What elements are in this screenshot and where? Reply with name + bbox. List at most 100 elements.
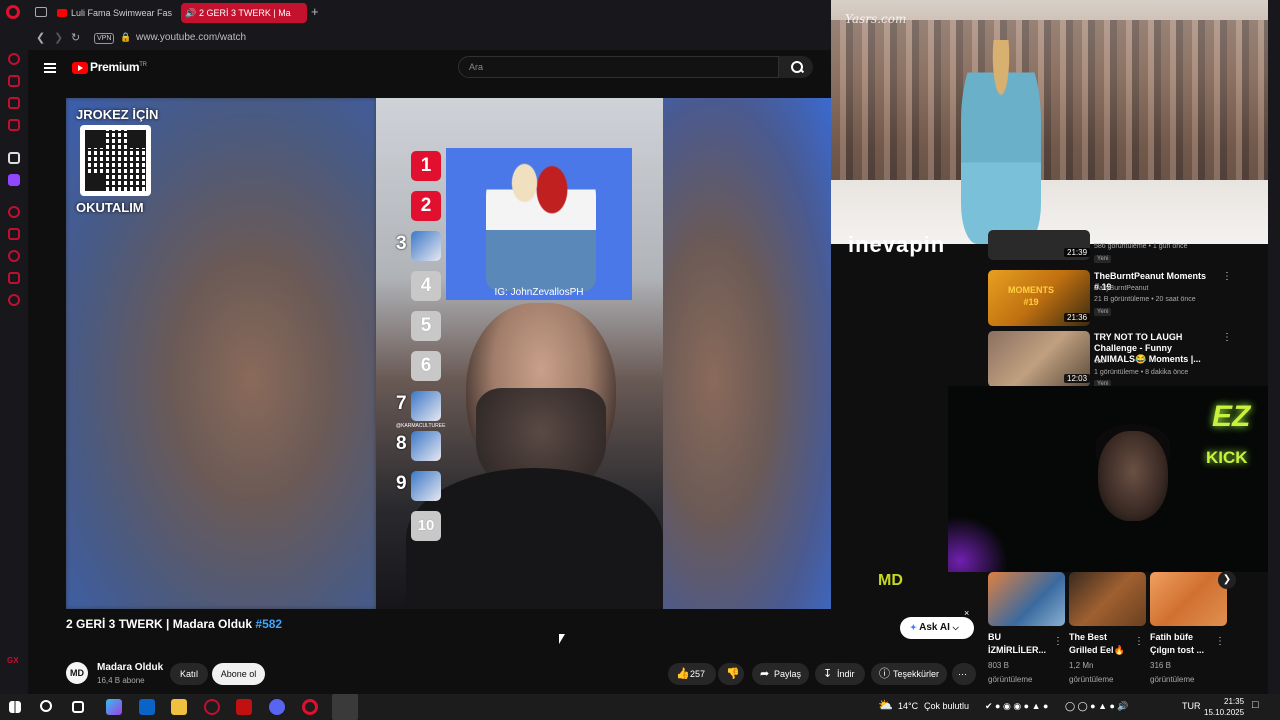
shelf-thumb-2[interactable] bbox=[1150, 572, 1227, 626]
share-button[interactable]: ➦ Paylaş bbox=[752, 663, 809, 685]
twitch-icon[interactable] bbox=[8, 174, 20, 186]
outlook-icon[interactable] bbox=[139, 699, 155, 715]
page-scrollbar[interactable] bbox=[1268, 26, 1280, 694]
ask-ai-button[interactable]: ✦ Ask AI ⌵ bbox=[900, 617, 974, 639]
extensions-icon[interactable] bbox=[8, 272, 20, 284]
shelf-next-button[interactable]: ❯ bbox=[1218, 571, 1236, 589]
file-explorer-icon[interactable] bbox=[171, 699, 187, 715]
tab-islands-icon[interactable] bbox=[35, 7, 47, 17]
title-hashtag[interactable]: #582 bbox=[255, 617, 282, 631]
channel-watermark[interactable]: MD bbox=[878, 572, 903, 590]
channel-name[interactable]: Madara Olduk bbox=[97, 662, 163, 673]
search-input[interactable]: Ara bbox=[458, 56, 779, 78]
rank-6: 6 bbox=[411, 351, 441, 381]
discord-icon[interactable] bbox=[269, 699, 285, 715]
taskbar-clock[interactable]: 21:35 15.10.2025 bbox=[1204, 696, 1244, 718]
shelf-more-icon[interactable]: ⋮ bbox=[1215, 636, 1225, 647]
sparkle-icon: ✦ bbox=[910, 623, 917, 632]
task-view-icon[interactable] bbox=[72, 701, 84, 713]
search-icon[interactable] bbox=[40, 700, 52, 712]
rec-badge-1: Yeni bbox=[1094, 308, 1112, 316]
language-indicator[interactable]: TUR bbox=[1182, 701, 1201, 711]
shelf-more-icon[interactable]: ⋮ bbox=[1053, 636, 1063, 647]
tab-luli-fama[interactable]: Luli Fama Swimwear Fas bbox=[53, 3, 173, 23]
shelf-title-0[interactable]: BU İZMİRLİLER... bbox=[988, 631, 1056, 657]
video-title: 2 GERİ 3 TWERK | Madara Olduk #582 bbox=[66, 617, 283, 631]
rec-meta-2: 1 görüntüleme • 8 dakika önce bbox=[1094, 369, 1189, 376]
dislike-button[interactable]: 👎 bbox=[718, 663, 744, 685]
copilot-icon[interactable] bbox=[106, 699, 122, 715]
shelf-title-2[interactable]: Fatih büfe Çılgın tost ... bbox=[1150, 631, 1218, 657]
rec-more-icon[interactable]: ⋮ bbox=[1222, 332, 1232, 343]
rank-3-thumb bbox=[411, 231, 441, 261]
instagram-icon[interactable] bbox=[8, 119, 20, 131]
more-actions-button[interactable]: ⋯ bbox=[952, 663, 976, 685]
tab-active-video[interactable]: 🔊 2 GERİ 3 TWERK | Ma bbox=[181, 3, 307, 23]
lock-icon[interactable]: 🔒 bbox=[120, 32, 131, 43]
thumbs-down-icon: 👎 bbox=[726, 668, 740, 680]
weather-icon[interactable]: ⛅ bbox=[878, 698, 893, 712]
youtube-logo-icon[interactable] bbox=[72, 62, 88, 74]
vk-icon[interactable] bbox=[8, 152, 20, 164]
join-button[interactable]: Katıl bbox=[170, 663, 208, 685]
video-player[interactable]: JROKEZ İÇİN OKUTALIM IG: JohnZevallosPH … bbox=[66, 98, 831, 609]
rec-meta-1: 21 B görüntüleme • 20 saat önce bbox=[1094, 296, 1196, 303]
couple-sticker: IG: JohnZevallosPH bbox=[446, 148, 632, 300]
player-icon[interactable] bbox=[8, 206, 20, 218]
pip-fashion-video[interactable]: Yasrs.com bbox=[831, 0, 1268, 244]
opera-gx-taskbar-icon[interactable] bbox=[204, 699, 220, 715]
download-icon: ↧ bbox=[823, 668, 833, 680]
url-field[interactable]: www.youtube.com/watch bbox=[136, 32, 246, 43]
rank-8-thumb bbox=[411, 431, 441, 461]
youtube-premium-logo[interactable]: PremiumTR bbox=[90, 60, 147, 74]
download-button[interactable]: ↧ İndir bbox=[815, 663, 865, 685]
reload-icon[interactable]: ↻ bbox=[71, 31, 80, 44]
rank-9-label: 9 bbox=[396, 473, 407, 494]
kick-logo: KICK bbox=[1206, 448, 1248, 467]
aria-icon[interactable] bbox=[8, 75, 20, 87]
rec-more-icon[interactable]: ⋮ bbox=[1222, 271, 1232, 282]
start-icon[interactable] bbox=[9, 701, 21, 713]
active-app-icon[interactable] bbox=[332, 694, 358, 720]
rec-duration-1: 21:36 bbox=[1064, 313, 1091, 322]
thanks-button[interactable]: ⓘ Teşekkürler bbox=[871, 663, 947, 685]
voicemod-icon[interactable] bbox=[236, 699, 252, 715]
rec-duration-0: 21:39 bbox=[1064, 248, 1091, 257]
region-code: TR bbox=[139, 62, 147, 68]
temperature[interactable]: 14°C bbox=[898, 701, 918, 711]
history-icon[interactable] bbox=[8, 250, 20, 262]
menu-icon[interactable] bbox=[44, 63, 56, 73]
youtube-header: PremiumTR Ara bbox=[28, 50, 831, 90]
search-button[interactable] bbox=[779, 56, 813, 78]
rank-1: 1 bbox=[411, 151, 441, 181]
opera-taskbar-icon[interactable] bbox=[302, 699, 318, 715]
tray-icons[interactable]: ✔ ● ◉ ◉ ● ▲ ● bbox=[985, 701, 1048, 712]
subscribe-button[interactable]: Abone ol bbox=[212, 663, 265, 685]
new-tab-button[interactable]: + bbox=[311, 4, 319, 19]
shelf-thumb-1[interactable] bbox=[1069, 572, 1146, 626]
system-icons[interactable]: ◯ ◯ ● ▲ ● 🔊 bbox=[1065, 701, 1129, 712]
rec-title-2[interactable]: TRY NOT TO LAUGH Challenge - Funny ANIMA… bbox=[1094, 332, 1212, 365]
pip-watermark: Yasrs.com bbox=[845, 12, 907, 26]
like-button[interactable]: 👍 257 bbox=[668, 663, 716, 685]
shelf-more-icon[interactable]: ⋮ bbox=[1134, 636, 1144, 647]
thumbs-up-icon: 👍 bbox=[676, 668, 690, 680]
shelf-thumb-0[interactable] bbox=[988, 572, 1065, 626]
rec-channel-1[interactable]: DailyBurntPeanut bbox=[1094, 285, 1148, 292]
weather-text[interactable]: Çok bulutlu bbox=[924, 701, 969, 711]
messenger-icon[interactable] bbox=[8, 97, 20, 109]
forward-icon[interactable]: ❯ bbox=[54, 31, 63, 44]
settings-icon[interactable] bbox=[8, 294, 20, 306]
vpn-badge[interactable]: VPN bbox=[94, 33, 115, 44]
rec-channel-2[interactable]: cati bbox=[1094, 358, 1105, 365]
share-icon: ➦ bbox=[760, 668, 770, 680]
opera-logo-icon[interactable] bbox=[6, 5, 20, 19]
channel-avatar[interactable]: MD bbox=[66, 662, 88, 684]
shelf-title-1[interactable]: The Best Grilled Eel🔥 bbox=[1069, 631, 1137, 657]
pinboard-icon[interactable] bbox=[8, 228, 20, 240]
gx-control-icon[interactable] bbox=[8, 53, 20, 65]
shelf-meta-2: 316 Bgörüntüleme bbox=[1150, 661, 1195, 684]
notifications-icon[interactable]: □ bbox=[1252, 699, 1259, 711]
subscriber-count: 16,4 B abone bbox=[97, 676, 145, 685]
back-icon[interactable]: ❮ bbox=[36, 31, 45, 44]
